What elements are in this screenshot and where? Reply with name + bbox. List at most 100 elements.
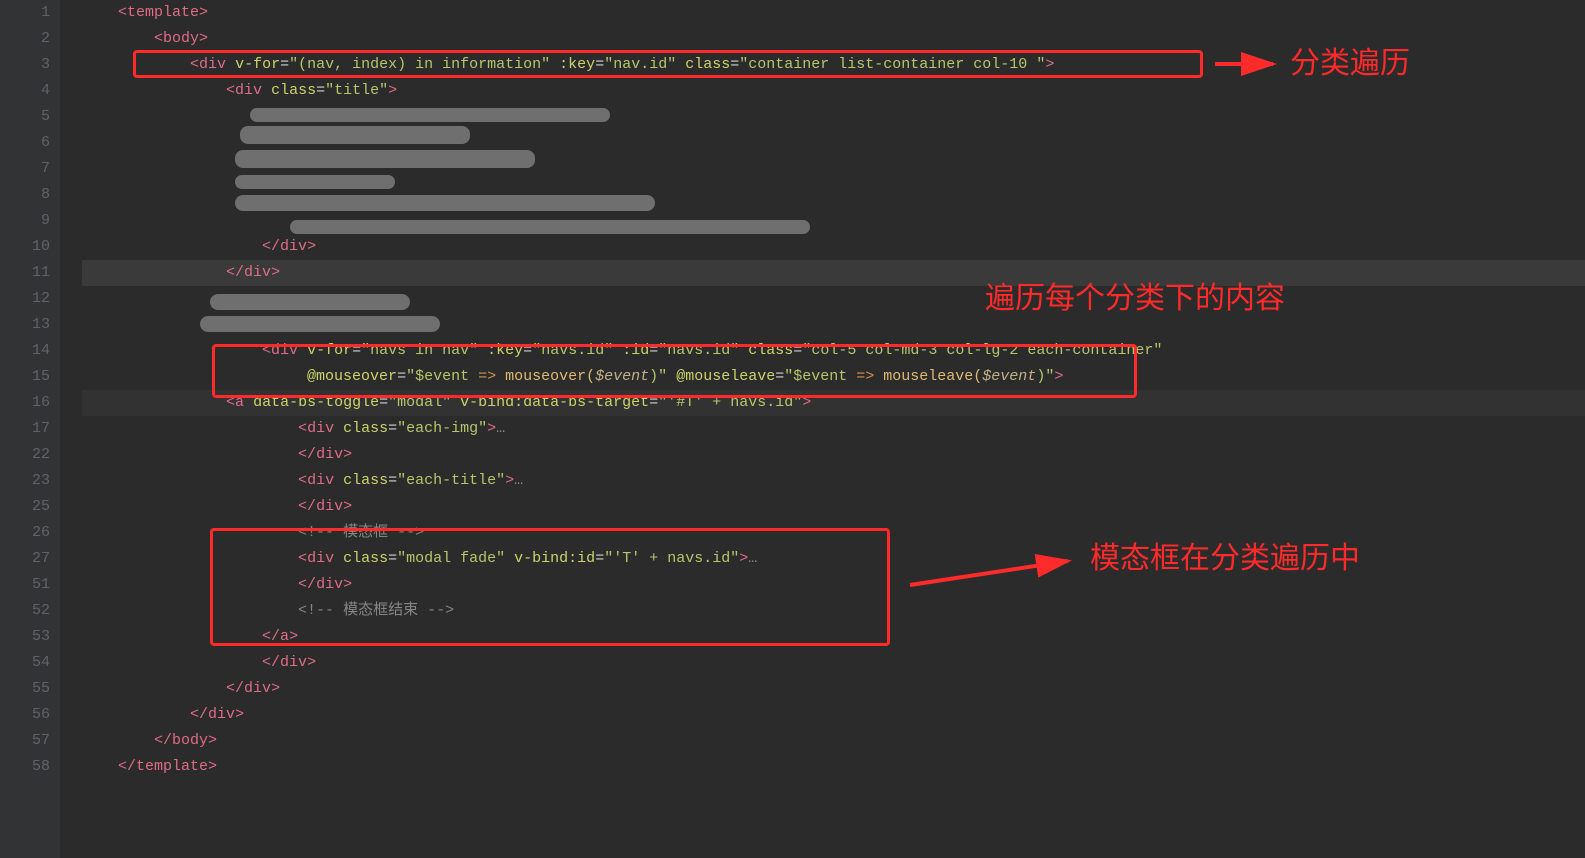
line-number: 7 bbox=[0, 156, 50, 182]
code-line[interactable]: </body> bbox=[82, 728, 1585, 754]
code-line[interactable]: </div> bbox=[82, 260, 1585, 286]
tag-name: div bbox=[316, 498, 343, 515]
code-line[interactable]: </div> bbox=[82, 572, 1585, 598]
code-line[interactable]: </div> bbox=[82, 442, 1585, 468]
attr-value: "'#T' + navs.id" bbox=[658, 394, 802, 411]
attr-value: )" bbox=[1036, 368, 1054, 385]
angle-open: < bbox=[298, 550, 307, 567]
code-line[interactable]: <a data-bs-toggle="modal" v-bind:data-bs… bbox=[82, 390, 1585, 416]
line-number: 16 bbox=[0, 390, 50, 416]
line-number: 22 bbox=[0, 442, 50, 468]
tag-name: div bbox=[307, 472, 334, 489]
code-line[interactable]: </div> bbox=[82, 650, 1585, 676]
tag-name: div bbox=[307, 420, 334, 437]
line-number: 4 bbox=[0, 78, 50, 104]
line-number: 17 bbox=[0, 416, 50, 442]
ident: $event bbox=[595, 368, 649, 385]
ident: $event bbox=[982, 368, 1036, 385]
attr-value: "nav.id" bbox=[604, 56, 676, 73]
angle-close: > bbox=[802, 394, 811, 411]
fold-dots: … bbox=[496, 420, 505, 437]
line-number: 3 bbox=[0, 52, 50, 78]
tag-name: div bbox=[244, 680, 271, 697]
attr: v-for bbox=[307, 342, 352, 359]
tag-name: div bbox=[199, 56, 226, 73]
line-number: 55 bbox=[0, 676, 50, 702]
attr: v-bind:data-bs-target bbox=[460, 394, 649, 411]
line-number: 12 bbox=[0, 286, 50, 312]
code-line[interactable]: @mouseover="$event => mouseover($event)"… bbox=[82, 364, 1585, 390]
attr-value: "$event bbox=[784, 368, 856, 385]
attr: class bbox=[343, 472, 388, 489]
angle-close: > bbox=[343, 446, 352, 463]
angle-close: > bbox=[388, 82, 397, 99]
code-line[interactable]: <template> bbox=[82, 0, 1585, 26]
fn-call: mouseleave( bbox=[874, 368, 982, 385]
code-editor[interactable]: <template> <body> <div v-for="(nav, inde… bbox=[60, 0, 1585, 858]
comment-close: --> bbox=[427, 602, 454, 619]
angle-close: > bbox=[307, 654, 316, 671]
tag-name: div bbox=[280, 654, 307, 671]
angle-open: < bbox=[154, 30, 163, 47]
attr-value: "each-img" bbox=[397, 420, 487, 437]
angle-close: > bbox=[271, 680, 280, 697]
angle-close: > bbox=[1045, 56, 1054, 73]
attr: class bbox=[343, 420, 388, 437]
code-line[interactable]: <div class="each-img">… bbox=[82, 416, 1585, 442]
tag-name: template bbox=[127, 4, 199, 21]
attr-value: "navs.id" bbox=[658, 342, 739, 359]
code-line[interactable]: <div class="modal fade" v-bind:id="'T' +… bbox=[82, 546, 1585, 572]
attr: :key bbox=[487, 342, 523, 359]
code-line[interactable]: <body> bbox=[82, 26, 1585, 52]
line-number: 15 bbox=[0, 364, 50, 390]
tag-name: body bbox=[172, 732, 208, 749]
code-line[interactable]: </div> bbox=[82, 494, 1585, 520]
redaction-scribble bbox=[290, 220, 810, 234]
line-number: 53 bbox=[0, 624, 50, 650]
code-line[interactable]: <div class="each-title">… bbox=[82, 468, 1585, 494]
angle-close: > bbox=[307, 238, 316, 255]
tag-name: div bbox=[307, 550, 334, 567]
angle-open: </ bbox=[226, 264, 244, 281]
angle-open: < bbox=[262, 342, 271, 359]
code-line[interactable]: <!-- 模态框 --> bbox=[82, 520, 1585, 546]
redaction-scribble bbox=[240, 126, 470, 144]
tag-name: div bbox=[235, 82, 262, 99]
attr: class bbox=[748, 342, 793, 359]
attr: v-bind:id bbox=[514, 550, 595, 567]
line-number: 14 bbox=[0, 338, 50, 364]
code-line[interactable]: <div v-for="(nav, index) in information"… bbox=[82, 52, 1585, 78]
code-line[interactable]: <!-- 模态框结束 --> bbox=[82, 598, 1585, 624]
tag-name: a bbox=[235, 394, 244, 411]
line-number: 27 bbox=[0, 546, 50, 572]
angle-open: </ bbox=[262, 628, 280, 645]
code-line[interactable]: </template> bbox=[82, 754, 1585, 780]
line-number: 6 bbox=[0, 130, 50, 156]
attr: class bbox=[685, 56, 730, 73]
tag-name: a bbox=[280, 628, 289, 645]
code-line[interactable]: </div> bbox=[82, 702, 1585, 728]
line-number: 57 bbox=[0, 728, 50, 754]
angle-open: < bbox=[298, 472, 307, 489]
redaction-scribble bbox=[200, 316, 440, 332]
tag-name: div bbox=[208, 706, 235, 723]
angle-close: > bbox=[271, 264, 280, 281]
code-line[interactable]: </div> bbox=[82, 234, 1585, 260]
line-number: 2 bbox=[0, 26, 50, 52]
line-number: 58 bbox=[0, 754, 50, 780]
code-line[interactable]: <div v-for="navs in nav" :key="navs.id" … bbox=[82, 338, 1585, 364]
code-line[interactable]: </div> bbox=[82, 676, 1585, 702]
attr-value: "(nav, index) in information" bbox=[289, 56, 550, 73]
angle-open: </ bbox=[298, 576, 316, 593]
attr: class bbox=[343, 550, 388, 567]
attr-value: "$event bbox=[406, 368, 478, 385]
attr-value: "modal" bbox=[388, 394, 451, 411]
angle-close: > bbox=[343, 576, 352, 593]
angle-open: </ bbox=[262, 654, 280, 671]
code-line[interactable]: <div class="title"> bbox=[82, 78, 1585, 104]
code-line[interactable]: </a> bbox=[82, 624, 1585, 650]
tag-name: div bbox=[244, 264, 271, 281]
attr-value: "'T' + navs.id" bbox=[604, 550, 739, 567]
fold-dots: … bbox=[748, 550, 757, 567]
line-number: 1 bbox=[0, 0, 50, 26]
